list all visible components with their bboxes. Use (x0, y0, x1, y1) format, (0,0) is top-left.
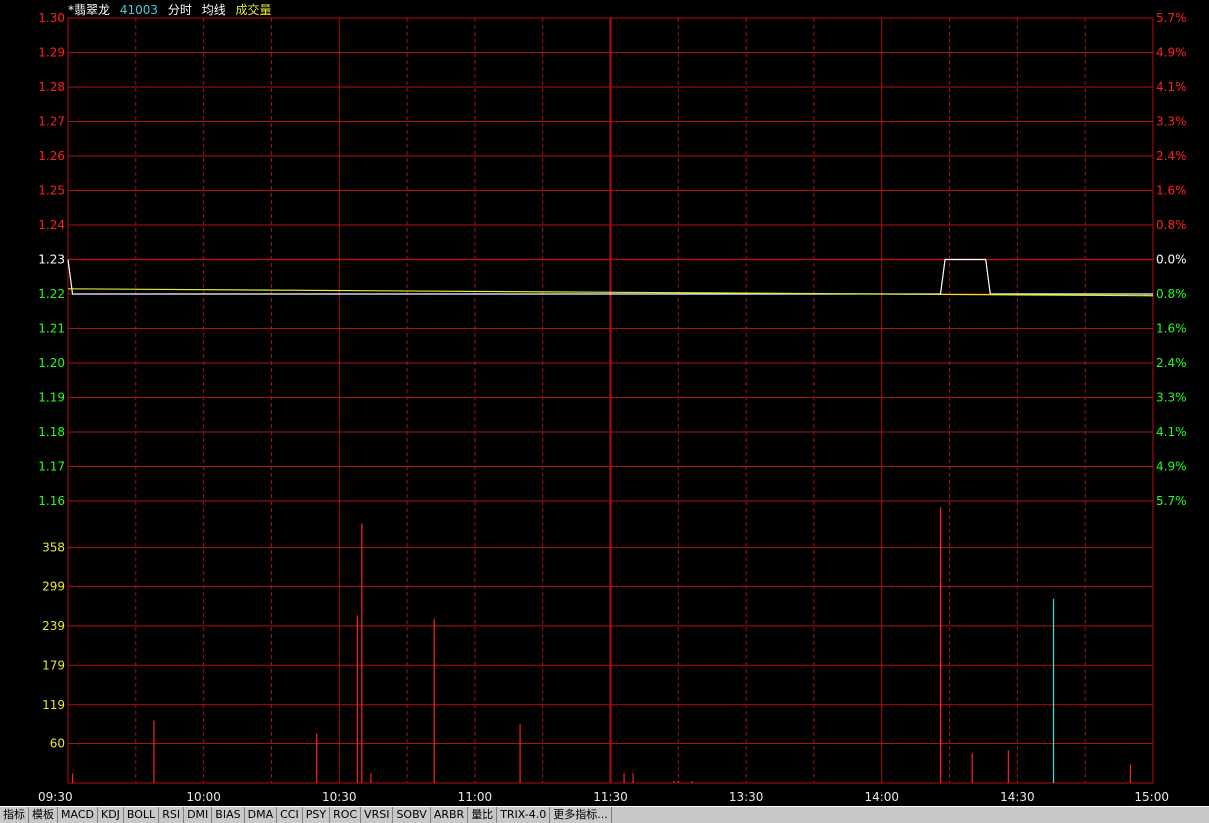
toolbar-button[interactable]: 指标 (0, 807, 29, 823)
intraday-chart[interactable]: 1.30 5.7% 1.29 4.9% 1.28 4.1% 1.27 3.3% 1.26 2.4%… (0, 0, 1209, 806)
percent-tick-label: 4.1% (1156, 80, 1187, 94)
percent-tick-label: 5.7% (1156, 494, 1187, 508)
indicator-toolbar: 指标 模板 MACD KDJ BOLL RSI DMI BIAS DMA CCI PSY ROC VRS… (0, 806, 1209, 823)
price-tick-label: 1.19 (38, 391, 65, 405)
percent-tick-label: 1.6% (1156, 184, 1187, 198)
price-tick-label: 1.28 (38, 80, 65, 94)
axis-labels: 1.30 5.7% 1.29 4.9% 1.28 4.1% 1.27 3.3% 1.26 2.4%… (38, 11, 1187, 804)
price-tick-label: 1.17 (38, 460, 65, 474)
percent-tick-label: 1.6% (1156, 322, 1187, 336)
price-tick-label: 1.21 (38, 322, 65, 336)
price-tick-label: 1.18 (38, 425, 65, 439)
percent-tick-label: 5.7% (1156, 11, 1187, 25)
toolbar-button[interactable]: CCI (277, 807, 303, 823)
price-tick-label: 1.30 (38, 11, 65, 25)
price-tick-label: 1.24 (38, 218, 65, 232)
percent-tick-label: 3.3% (1156, 391, 1187, 405)
percent-tick-label: 2.4% (1156, 356, 1187, 370)
percent-tick-label: 4.1% (1156, 425, 1187, 439)
price-tick-label: 1.23 (38, 253, 65, 267)
percent-tick-label: 0.0% (1156, 253, 1187, 267)
price-tick-label: 1.16 (38, 494, 65, 508)
time-tick-label: 11:30 (593, 790, 628, 804)
time-tick-label: 14:30 (1000, 790, 1035, 804)
time-tick-label: 14:00 (864, 790, 899, 804)
toolbar-button[interactable]: SOBV (393, 807, 431, 823)
price-tick-label: 1.20 (38, 356, 65, 370)
toolbar-button[interactable]: BOLL (124, 807, 160, 823)
percent-tick-label: 4.9% (1156, 46, 1187, 60)
grid-lines (67, 17, 1154, 784)
price-tick-label: 1.26 (38, 149, 65, 163)
time-tick-label: 10:00 (186, 790, 221, 804)
toolbar-button[interactable]: MACD (58, 807, 98, 823)
volume-tick-label: 119 (42, 698, 65, 712)
toolbar-button[interactable]: 模板 (29, 807, 58, 823)
time-tick-label: 09:30 (38, 790, 73, 804)
volume-tick-label: 299 (42, 579, 65, 593)
toolbar-button[interactable]: ROC (330, 807, 362, 823)
price-tick-label: 1.22 (38, 287, 65, 301)
volume-tick-label: 179 (42, 658, 65, 672)
price-tick-label: 1.29 (38, 46, 65, 60)
volume-tick-label: 60 (50, 737, 65, 751)
toolbar-button[interactable]: 更多指标... (550, 807, 612, 823)
toolbar-button[interactable]: PSY (303, 807, 331, 823)
price-tick-label: 1.25 (38, 184, 65, 198)
volume-tick-label: 239 (42, 619, 65, 633)
percent-tick-label: 4.9% (1156, 460, 1187, 474)
percent-tick-label: 0.8% (1156, 218, 1187, 232)
toolbar-button[interactable]: KDJ (98, 807, 124, 823)
toolbar-button[interactable]: DMA (245, 807, 278, 823)
toolbar-button[interactable]: DMI (184, 807, 213, 823)
percent-tick-label: 2.4% (1156, 149, 1187, 163)
toolbar-button[interactable]: VRSI (361, 807, 394, 823)
toolbar-button[interactable]: BIAS (212, 807, 245, 823)
toolbar-button[interactable]: RSI (159, 807, 185, 823)
percent-tick-label: 3.3% (1156, 115, 1187, 129)
volume-tick-label: 358 (42, 541, 65, 555)
toolbar-button[interactable]: 量比 (468, 807, 498, 823)
price-tick-label: 1.27 (38, 115, 65, 129)
time-tick-label: 13:30 (729, 790, 764, 804)
time-tick-label: 15:00 (1134, 790, 1169, 804)
time-tick-label: 10:30 (322, 790, 357, 804)
time-tick-label: 11:00 (458, 790, 493, 804)
percent-tick-label: 0.8% (1156, 287, 1187, 301)
toolbar-button[interactable]: ARBR (431, 807, 469, 823)
volume-bars (71, 506, 1131, 783)
toolbar-button[interactable]: TRIX-4.0 (497, 807, 551, 823)
